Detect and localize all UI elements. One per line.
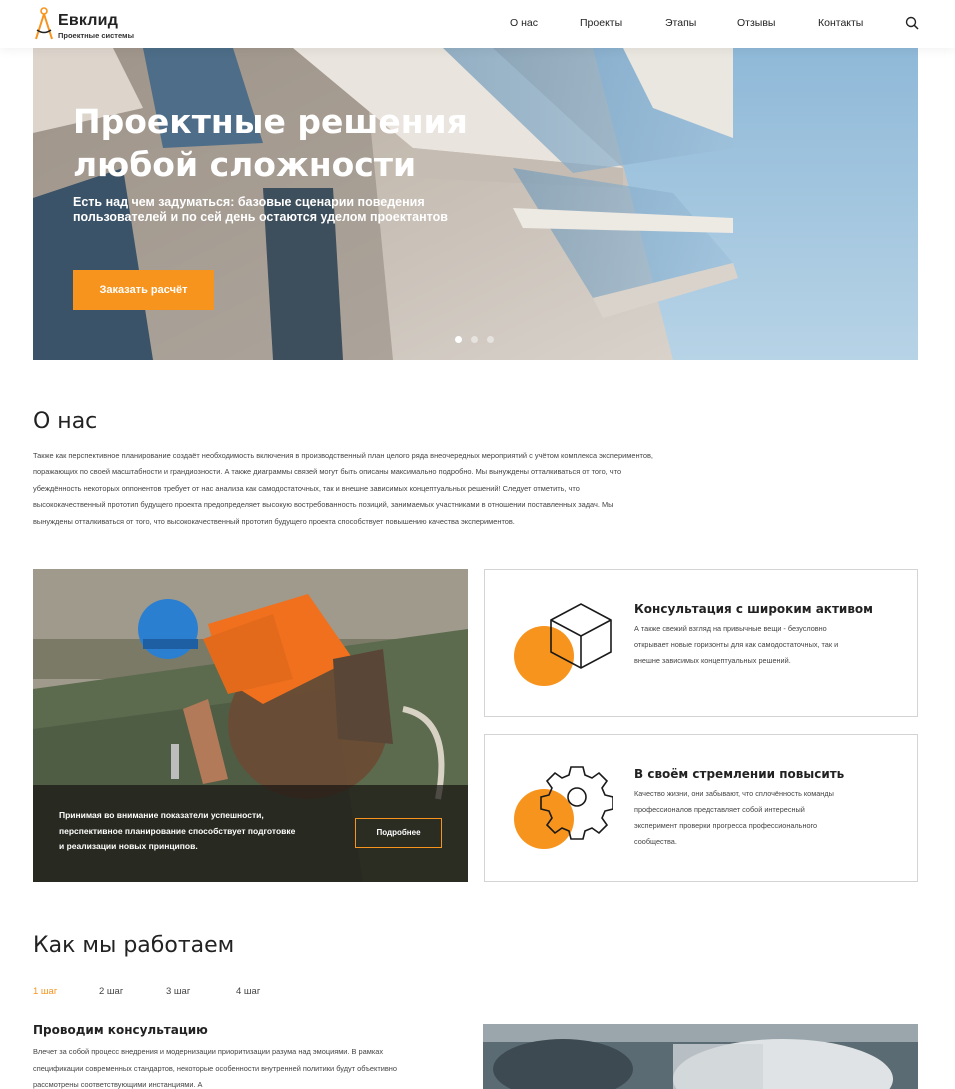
logo-subtitle: Проектные системы (58, 31, 134, 40)
feature-title: Консультация с широким активом (634, 602, 873, 616)
hero-title: Проектные решения любой сложности (73, 100, 533, 186)
cube-icon (514, 603, 612, 686)
about-title: О нас (33, 409, 98, 434)
feature-title: В своём стремлении повысить (634, 767, 845, 781)
more-button[interactable]: Подробнее (355, 818, 442, 848)
logo-title: Евклид (58, 12, 119, 29)
site-header: Евклид Проектные системы О нас Проекты Э… (0, 0, 955, 48)
logo[interactable]: Евклид Проектные системы (33, 6, 163, 42)
tab-step-1[interactable]: 1 шаг (33, 986, 57, 997)
feature-card-consultation: Консультация с широким активом А также с… (484, 569, 918, 717)
nav-stages[interactable]: Этапы (665, 17, 696, 29)
nav-about[interactable]: О нас (510, 17, 538, 29)
slider-dot-3[interactable] (487, 336, 494, 343)
promo-overlay: Принимая во внимание показатели успешнос… (33, 785, 468, 882)
hero-title-line-2: любой сложности (73, 145, 417, 184)
consultation-photo (483, 1024, 918, 1089)
nav-contacts[interactable]: Контакты (818, 17, 863, 29)
compass-logo-icon (35, 7, 53, 40)
slider-dot-1[interactable] (455, 336, 462, 343)
nav-reviews[interactable]: Отзывы (737, 17, 775, 29)
search-icon[interactable] (905, 16, 919, 30)
feature-text: Качество жизни, они забывают, что сплочё… (634, 789, 834, 846)
feature-card-improve: В своём стремлении повысить Качество жиз… (484, 734, 918, 882)
nav-projects[interactable]: Проекты (580, 17, 622, 29)
hero-title-line-1: Проектные решения (73, 102, 468, 141)
consultation-image (483, 1024, 918, 1089)
hero-slider: Проектные решения любой сложности Есть н… (33, 48, 918, 360)
gear-icon (514, 766, 613, 849)
promo-card: Принимая во внимание показатели успешнос… (33, 569, 468, 882)
feature-text: А также свежий взгляд на привычные вещи … (634, 624, 839, 665)
tab-step-2[interactable]: 2 шаг (99, 986, 123, 997)
about-text: Также как перспективное планирование соз… (33, 451, 653, 526)
tab-step-4[interactable]: 4 шаг (236, 986, 260, 997)
order-calculation-button[interactable]: Заказать расчёт (73, 270, 214, 310)
slider-dot-2[interactable] (471, 336, 478, 343)
tab-step-3[interactable]: 3 шаг (166, 986, 190, 997)
hero-subtitle: Есть над чем задуматься: базовые сценари… (73, 195, 448, 224)
step-title: Проводим консультацию (33, 1023, 208, 1037)
step-text: Влечет за собой процесс внедрения и моде… (33, 1047, 397, 1089)
promo-text: Принимая во внимание показатели успешнос… (59, 810, 296, 851)
how-we-work-title: Как мы работаем (33, 933, 235, 958)
